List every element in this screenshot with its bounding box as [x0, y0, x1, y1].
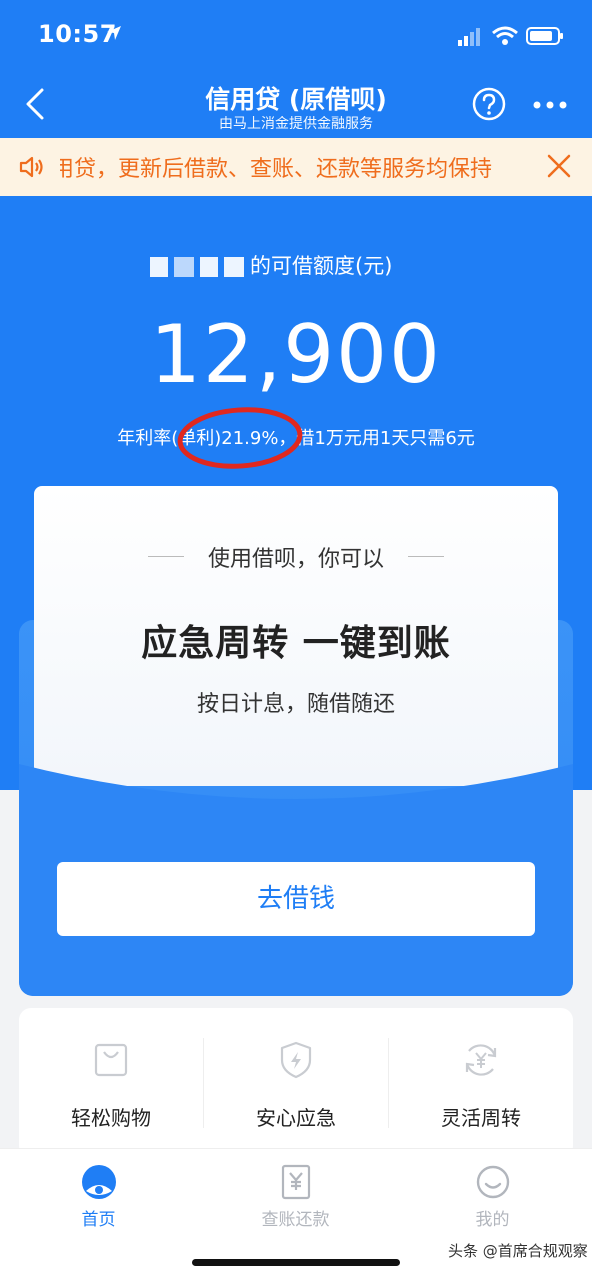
borrow-button[interactable]: 去借钱 — [57, 862, 535, 936]
tab-label: 查账还款 — [261, 1210, 330, 1230]
tab-label: 首页 — [81, 1210, 116, 1230]
battery-icon — [526, 27, 563, 45]
red-annotation-circle — [177, 407, 303, 469]
credit-amount: 12,900 — [150, 308, 442, 401]
home-indicator[interactable] — [192, 1259, 400, 1266]
close-icon[interactable] — [546, 153, 572, 179]
quota-label: 的可借额度(元) — [150, 250, 392, 280]
status-bar: 10:57 — [0, 0, 592, 76]
redacted-name-mask — [200, 257, 218, 277]
yuan-cycle-icon — [465, 1044, 497, 1076]
shield-bolt-icon — [280, 1041, 312, 1079]
feature-turnover[interactable]: 灵活周转 — [389, 1008, 573, 1158]
notice-banner[interactable]: 用贷，更新后借款、查账、还款等服务均保持 — [0, 138, 592, 196]
watermark: 头条 @首席合规观察 — [448, 1242, 588, 1260]
card-description: 按日计息，随借随还 — [196, 692, 395, 717]
card-subhead: 使用借呗，你可以 — [207, 547, 384, 572]
smile-icon — [476, 1165, 510, 1199]
feature-emergency[interactable]: 安心应急 — [204, 1008, 388, 1158]
redacted-name-mask — [150, 257, 168, 277]
wifi-icon — [492, 26, 518, 45]
tab-home[interactable]: 首页 — [0, 1149, 197, 1239]
promo-card: 使用借呗，你可以 应急周转 一键到账 按日计息，随借随还 — [34, 486, 558, 786]
quota-label-text: 的可借额度(元) — [250, 254, 393, 278]
redacted-name-mask — [224, 257, 244, 277]
home-icon — [82, 1165, 116, 1199]
feature-shopping[interactable]: 轻松购物 — [19, 1008, 203, 1158]
feature-label: 灵活周转 — [441, 1106, 521, 1130]
speaker-icon — [19, 156, 43, 178]
shopping-bag-icon — [94, 1043, 128, 1077]
cellular-signal-icon — [458, 28, 480, 46]
feature-panel: 轻松购物 安心应急 灵活周转 — [19, 1008, 573, 1158]
feature-label: 轻松购物 — [71, 1106, 151, 1130]
notice-text: 用贷，更新后借款、查账、还款等服务均保持 — [60, 157, 493, 182]
help-icon[interactable] — [471, 86, 507, 122]
tab-mine[interactable]: 我的 — [394, 1149, 591, 1239]
tab-billing[interactable]: 查账还款 — [197, 1149, 394, 1239]
more-options-icon[interactable] — [532, 100, 568, 110]
location-arrow-icon — [107, 26, 121, 40]
nav-bar: 信用贷 (原借呗) 由马上消金提供金融服务 — [0, 76, 592, 138]
divider-line — [408, 556, 444, 557]
redacted-name-mask — [174, 257, 194, 277]
bill-icon — [281, 1164, 311, 1200]
tab-label: 我的 — [475, 1210, 510, 1230]
feature-label: 安心应急 — [256, 1106, 336, 1130]
card-headline: 应急周转 一键到账 — [141, 623, 451, 664]
